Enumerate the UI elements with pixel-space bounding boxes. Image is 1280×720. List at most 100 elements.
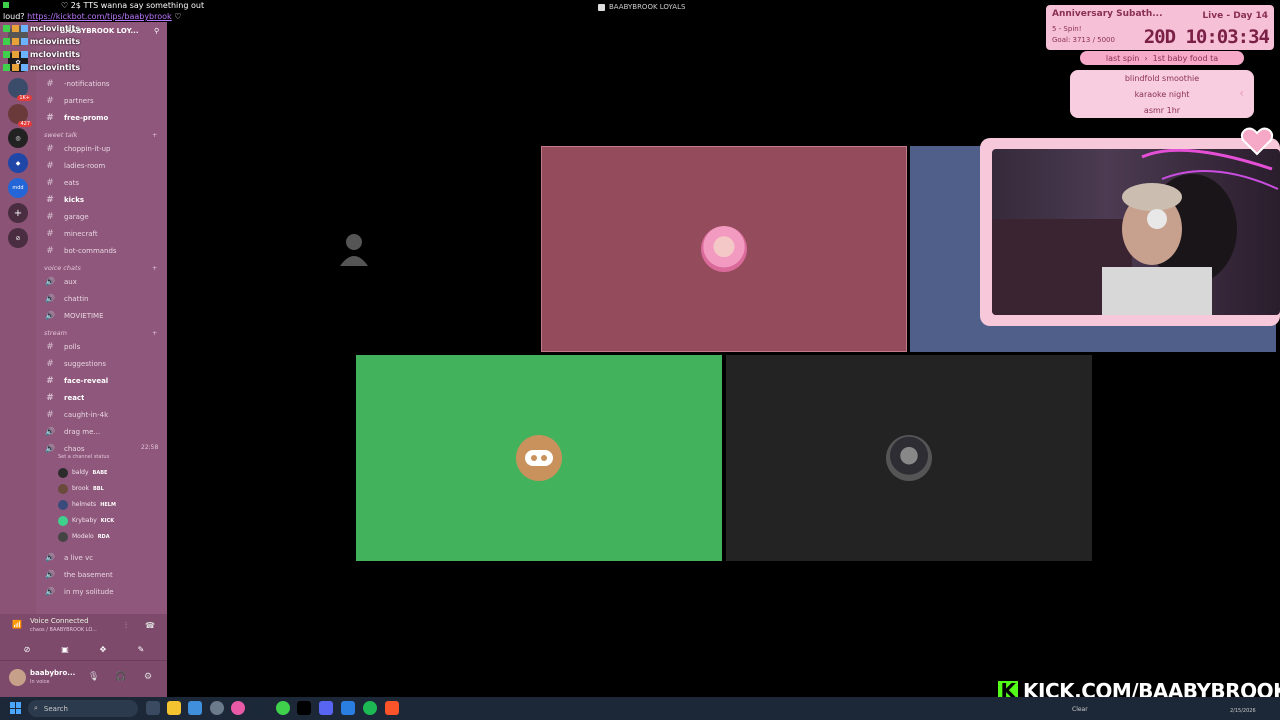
video-tile-empty[interactable] bbox=[170, 147, 538, 351]
voice-channel[interactable]: 🔊 in my solitude bbox=[36, 583, 167, 600]
channel-label: in my solitude bbox=[64, 587, 114, 596]
speaker-icon: 🔊 bbox=[45, 587, 55, 596]
channel-status-prompt[interactable]: Set a channel status bbox=[58, 454, 109, 460]
avatar[interactable] bbox=[9, 669, 26, 686]
channel-category[interactable]: sweet talk + bbox=[44, 131, 157, 139]
text-channel[interactable]: # suggestions bbox=[36, 355, 167, 372]
voice-channel[interactable]: 🔊 chattin bbox=[36, 290, 167, 307]
text-channel[interactable]: # kicks bbox=[36, 191, 167, 208]
voice-user[interactable]: baldy BABE bbox=[58, 465, 107, 480]
text-channel[interactable]: # eats bbox=[36, 174, 167, 191]
app-icon-blue[interactable] bbox=[341, 701, 355, 715]
ticker-text-2: loud? bbox=[3, 12, 25, 21]
folder-icon[interactable] bbox=[188, 701, 202, 715]
voice-user[interactable]: helmets HELM bbox=[58, 497, 116, 512]
voice-user-name: helmets bbox=[72, 501, 97, 508]
screen-share-button[interactable]: ▣ bbox=[52, 642, 78, 656]
wheel-pointer-icon: ‹ bbox=[1239, 86, 1244, 100]
heart-glyph: ♡ bbox=[61, 1, 69, 10]
add-channel-icon[interactable]: + bbox=[152, 264, 157, 272]
spotify-icon[interactable] bbox=[363, 701, 377, 715]
headphones-icon[interactable]: 🎧 bbox=[115, 672, 126, 682]
text-channel[interactable]: # garage bbox=[36, 208, 167, 225]
video-tile-pink[interactable] bbox=[541, 146, 907, 352]
server-icon-4[interactable]: ◎ bbox=[8, 128, 28, 148]
voice-channel[interactable]: 🔊 the basement bbox=[36, 566, 167, 583]
tray-clear[interactable]: Clear bbox=[1072, 706, 1088, 713]
voice-connected-title[interactable]: Voice Connected bbox=[30, 617, 89, 625]
add-server-icon[interactable]: + bbox=[8, 203, 28, 223]
text-channel[interactable]: # ladies-room bbox=[36, 157, 167, 174]
username[interactable]: baabybro... bbox=[30, 669, 75, 677]
steam-icon[interactable] bbox=[252, 701, 266, 715]
voice-channel[interactable]: 🔊 MOVIETIME bbox=[36, 307, 167, 324]
camera-off-button[interactable]: ⊘ bbox=[14, 642, 40, 656]
disconnect-icon[interactable]: ☎ bbox=[145, 621, 155, 630]
channel-label: chattin bbox=[64, 294, 89, 303]
discord-logo-icon bbox=[516, 435, 562, 481]
avatar bbox=[58, 531, 68, 542]
heart-glyph-2: ♡ bbox=[174, 12, 182, 21]
xbox-icon[interactable] bbox=[276, 701, 290, 715]
hash-icon: # bbox=[46, 358, 54, 369]
text-channel[interactable]: # minecraft bbox=[36, 225, 167, 242]
taskbar-search[interactable]: ⌕ Search bbox=[28, 700, 138, 717]
noise-suppression-icon[interactable]: ⫶ bbox=[125, 621, 127, 631]
discord-taskbar-icon[interactable] bbox=[319, 701, 333, 715]
voice-user[interactable]: Krybaby KICK bbox=[58, 513, 114, 528]
mention-badge-2: 427 bbox=[18, 121, 32, 127]
obs-icon[interactable] bbox=[210, 701, 224, 715]
server-icon-3[interactable]: 427 bbox=[8, 104, 32, 127]
voice-channel[interactable]: 🔊 drag me... bbox=[36, 423, 167, 440]
brave-icon[interactable] bbox=[385, 701, 399, 715]
hash-icon: # bbox=[46, 228, 54, 239]
discover-compass-icon[interactable]: ⊘ bbox=[8, 228, 28, 248]
channel-label: the basement bbox=[64, 570, 113, 579]
voice-channel[interactable]: 🔊 aux bbox=[36, 273, 167, 290]
goal-text: Goal: 3713 / 5000 bbox=[1052, 36, 1115, 44]
tips-link[interactable]: https://kickbot.com/tips/baabybrook bbox=[27, 12, 172, 21]
voice-connected-panel: 📶 Voice Connected chaos / BAABYBROOK LO.… bbox=[0, 614, 167, 660]
speaker-icon: 🔊 bbox=[45, 444, 55, 453]
text-channel[interactable]: # caught-in-4k bbox=[36, 406, 167, 423]
text-channel[interactable]: # face-reveal bbox=[36, 372, 167, 389]
voice-channel[interactable]: 🔊 a live vc bbox=[36, 549, 167, 566]
channel-category[interactable]: voice chats + bbox=[44, 264, 157, 272]
channel-label: -notifications bbox=[64, 79, 110, 88]
video-tile-dark[interactable] bbox=[726, 355, 1092, 561]
soundboard-button[interactable]: ✎ bbox=[128, 642, 154, 656]
app-icon-pink[interactable] bbox=[231, 701, 245, 715]
file-explorer-icon[interactable] bbox=[167, 701, 181, 715]
text-channel[interactable]: # partners bbox=[36, 92, 167, 109]
video-tile-green[interactable] bbox=[356, 355, 722, 561]
voice-user[interactable]: Modelo RDA bbox=[58, 529, 110, 544]
activities-button[interactable]: ✥ bbox=[90, 642, 116, 656]
server-icon-mdd[interactable]: mdd bbox=[8, 178, 28, 198]
text-channel[interactable]: # bot-commands bbox=[36, 242, 167, 259]
voice-user[interactable]: brook BBL bbox=[58, 481, 104, 496]
add-channel-icon[interactable]: + bbox=[152, 329, 157, 337]
text-channel[interactable]: # polls bbox=[36, 338, 167, 355]
channel-label: garage bbox=[64, 212, 89, 221]
tiktok-icon[interactable] bbox=[297, 701, 311, 715]
text-channel[interactable]: # free-promo bbox=[36, 109, 167, 126]
windows-start-icon[interactable] bbox=[10, 702, 22, 714]
channel-label: bot-commands bbox=[64, 246, 117, 255]
text-channel[interactable]: # -notifications bbox=[36, 75, 167, 92]
channel-label: react bbox=[64, 393, 85, 402]
gear-icon[interactable]: ⚙ bbox=[144, 672, 152, 682]
server-rail: ✿ 1K+ 427 ◎ ◆ mdd + ⊘ bbox=[0, 22, 36, 697]
chat-line: mclovintits bbox=[3, 35, 163, 48]
voice-user-name: baldy bbox=[72, 469, 89, 476]
channel-category[interactable]: stream + bbox=[44, 329, 157, 337]
hash-icon: # bbox=[46, 211, 54, 222]
mic-icon[interactable]: 🎙 bbox=[88, 672, 99, 682]
channel-label: chaos bbox=[64, 444, 85, 453]
server-icon-2[interactable]: 1K+ bbox=[8, 78, 32, 101]
server-icon-5[interactable]: ◆ bbox=[8, 153, 28, 173]
text-channel[interactable]: # choppin-it-up bbox=[36, 140, 167, 157]
text-channel[interactable]: # react bbox=[36, 389, 167, 406]
voice-channel-subtitle[interactable]: chaos / BAABYBROOK LO... bbox=[30, 627, 97, 633]
add-channel-icon[interactable]: + bbox=[152, 131, 157, 139]
task-view-icon[interactable] bbox=[146, 701, 160, 715]
